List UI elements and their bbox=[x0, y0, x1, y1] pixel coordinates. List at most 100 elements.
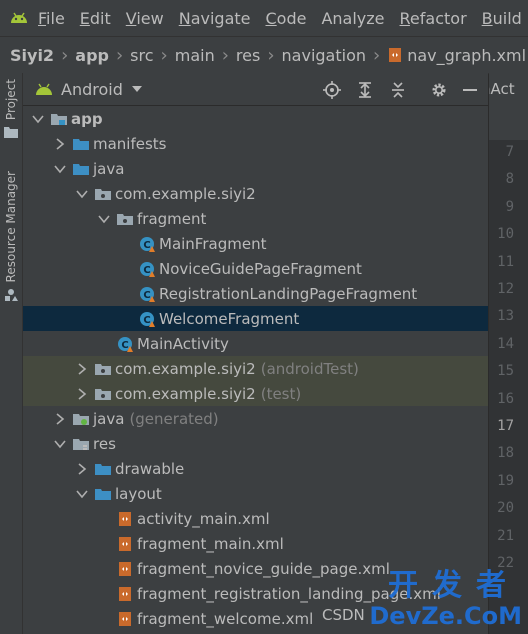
xml-file-icon bbox=[119, 611, 131, 626]
breadcrumb-item[interactable]: main bbox=[175, 46, 215, 65]
module-folder-icon bbox=[51, 113, 67, 125]
tree-row[interactable]: C RegistrationLandingPageFragment bbox=[23, 281, 488, 306]
chevron-down-icon[interactable] bbox=[75, 487, 89, 501]
xml-file-icon bbox=[119, 561, 131, 576]
menu-navigate[interactable]: Navigate bbox=[179, 9, 251, 28]
editor-gutter-top bbox=[489, 105, 528, 140]
chevron-down-icon[interactable] bbox=[97, 212, 111, 226]
chevron-right-icon[interactable] bbox=[75, 387, 89, 401]
editor-tab[interactable]: nAct bbox=[489, 73, 528, 105]
navigation-breadcrumb: Siyi2 › app › src › main › res › navigation › nav_gr… bbox=[0, 36, 528, 74]
tree-row-label: activity_main.xml bbox=[137, 509, 270, 528]
tree-row[interactable]: activity_main.xml bbox=[23, 506, 488, 531]
folder-icon bbox=[95, 463, 111, 475]
menu-edit[interactable]: Edit bbox=[80, 9, 111, 28]
line-number: 9 bbox=[505, 198, 514, 215]
class-icon: C bbox=[140, 311, 155, 327]
chevron-right-icon[interactable] bbox=[75, 362, 89, 376]
chevron-down-icon[interactable] bbox=[75, 187, 89, 201]
menu-code[interactable]: Code bbox=[266, 9, 307, 28]
watermark-en: DevZe.CoM bbox=[369, 602, 522, 630]
hide-panel-icon[interactable] bbox=[461, 81, 479, 99]
project-tool-tab[interactable]: Project bbox=[0, 79, 22, 139]
tree-row-label: layout bbox=[115, 484, 162, 503]
line-number: 7 bbox=[505, 144, 514, 160]
breadcrumb-item[interactable]: app bbox=[75, 46, 109, 65]
line-number: 13 bbox=[497, 308, 514, 325]
tree-row-label: RegistrationLandingPageFragment bbox=[159, 284, 418, 303]
breadcrumb-item[interactable]: navigation bbox=[282, 46, 366, 65]
tree-row[interactable]: C MainActivity bbox=[23, 331, 488, 356]
menu-mnemonic: R bbox=[399, 8, 410, 28]
line-number: 19 bbox=[497, 472, 514, 489]
tree-row[interactable]: drawable bbox=[23, 456, 488, 481]
chevron-down-icon[interactable] bbox=[131, 85, 143, 93]
chevron-right-icon[interactable] bbox=[53, 412, 67, 426]
tree-row[interactable]: fragment bbox=[23, 206, 488, 231]
tree-row-suffix: (androidTest) bbox=[260, 359, 359, 378]
menu-mnemonic: N bbox=[178, 8, 191, 28]
menu-build[interactable]: Build bbox=[482, 9, 522, 28]
svg-text:C: C bbox=[143, 315, 150, 326]
svg-text:C: C bbox=[121, 340, 128, 351]
tree-row[interactable]: com.example.siyi2 (test) bbox=[23, 381, 488, 406]
tree-row[interactable]: C WelcomeFragment bbox=[23, 306, 488, 331]
xml-file-icon bbox=[119, 536, 131, 551]
tree-row[interactable]: com.example.siyi2 bbox=[23, 181, 488, 206]
tree-row[interactable]: C MainFragment bbox=[23, 231, 488, 256]
project-tree: app manifests java com.example.siyi2 fragmen… bbox=[23, 106, 488, 634]
breadcrumb-item[interactable]: Siyi2 bbox=[10, 46, 54, 65]
tree-row[interactable]: manifests bbox=[23, 131, 488, 156]
view-mode-selector[interactable]: Android bbox=[61, 80, 123, 99]
package-icon bbox=[95, 388, 111, 400]
breadcrumb-item[interactable]: src bbox=[130, 46, 153, 65]
resource-manager-tool-tab[interactable]: Resource Manager bbox=[0, 171, 22, 302]
chevron-down-icon[interactable] bbox=[53, 437, 67, 451]
chevron-down-icon[interactable] bbox=[53, 162, 67, 176]
line-number: 8 bbox=[505, 171, 514, 188]
tree-row[interactable]: java (generated) bbox=[23, 406, 488, 431]
chevron-right-icon[interactable] bbox=[75, 462, 89, 476]
tree-row-label: NoviceGuidePageFragment bbox=[159, 259, 362, 278]
xml-file-icon bbox=[119, 511, 131, 526]
breadcrumb-separator-icon: › bbox=[221, 44, 229, 66]
folder-icon bbox=[73, 163, 89, 175]
tree-row-label: java bbox=[93, 409, 125, 428]
package-icon bbox=[95, 363, 111, 375]
menu-analyze[interactable]: Analyze bbox=[321, 9, 384, 28]
chevron-right-icon[interactable] bbox=[53, 137, 67, 151]
tree-row[interactable]: app bbox=[23, 106, 488, 131]
breadcrumb-item[interactable]: nav_graph.xml bbox=[407, 46, 526, 65]
breadcrumb-separator-icon: › bbox=[160, 44, 168, 66]
tree-row[interactable]: fragment_main.xml bbox=[23, 531, 488, 556]
tree-row[interactable]: layout bbox=[23, 481, 488, 506]
breadcrumb-item[interactable]: res bbox=[236, 46, 260, 65]
tree-row-label: fragment_novice_guide_page.xml bbox=[137, 559, 390, 578]
menu-file[interactable]: File bbox=[38, 9, 65, 28]
tree-row[interactable]: java bbox=[23, 156, 488, 181]
chevron-down-icon[interactable] bbox=[31, 112, 45, 126]
tree-row-label: java bbox=[93, 159, 125, 178]
class-icon: C bbox=[118, 336, 133, 352]
svg-text:C: C bbox=[143, 265, 150, 276]
expand-all-icon[interactable] bbox=[356, 81, 374, 99]
menu-bar: File Edit View Navigate Code Analyze Refactor B… bbox=[0, 0, 528, 36]
menu-mnemonic: C bbox=[265, 8, 277, 28]
menu-refactor[interactable]: Refactor bbox=[400, 9, 467, 28]
breadcrumb-separator-icon: › bbox=[115, 44, 124, 66]
tree-row-label: fragment bbox=[137, 209, 207, 228]
tree-row[interactable]: C NoviceGuidePageFragment bbox=[23, 256, 488, 281]
line-number: 14 bbox=[497, 335, 514, 352]
tree-row[interactable]: com.example.siyi2 (androidTest) bbox=[23, 356, 488, 381]
menu-mnemonic: V bbox=[125, 8, 137, 28]
menu-mnemonic: B bbox=[481, 8, 493, 28]
line-number: 17 bbox=[497, 418, 514, 434]
menu-view[interactable]: View bbox=[126, 9, 164, 28]
locate-icon[interactable] bbox=[323, 81, 341, 99]
folder-icon bbox=[73, 138, 89, 150]
tree-row[interactable]: res bbox=[23, 431, 488, 456]
gear-icon[interactable] bbox=[430, 81, 448, 99]
line-number: 10 bbox=[497, 226, 514, 243]
collapse-all-icon[interactable] bbox=[389, 81, 407, 99]
tree-row-suffix: (test) bbox=[260, 384, 302, 403]
